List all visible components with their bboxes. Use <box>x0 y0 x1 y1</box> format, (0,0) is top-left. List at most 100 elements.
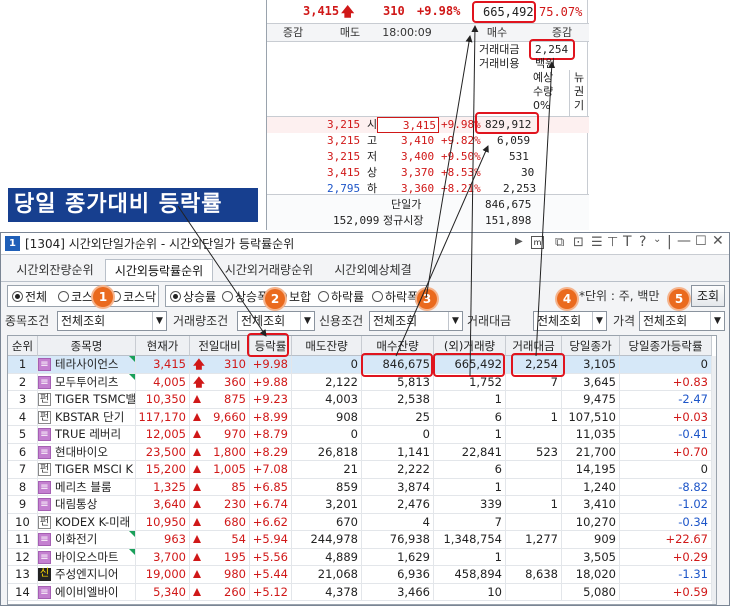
col-header-rank[interactable]: 순위 <box>8 336 38 356</box>
lines-icon[interactable]: ☰ <box>591 235 603 250</box>
level-pct: +9.82% <box>441 134 481 147</box>
cell-close: 909 <box>562 531 620 548</box>
cell-rank: 10 <box>8 513 38 531</box>
cell-name: ≡ 메리츠 블룸 <box>38 478 136 496</box>
up-triangle-icon <box>193 552 201 561</box>
table-row[interactable]: 4 펀 KBSTAR 단기 117,170 9,660 +8.99 908 25 6 1 107,5… <box>8 408 716 426</box>
level-qty: 30 <box>521 166 535 179</box>
cell-close: 5,080 <box>562 583 620 601</box>
maximize-icon[interactable]: ☐ <box>695 234 707 249</box>
cell-rate: +5.56 <box>250 548 292 566</box>
up-triangle-icon <box>193 587 201 596</box>
memo-icon[interactable]: m <box>531 236 544 249</box>
table-row[interactable]: 11 ≡ 이화전기 963 54 +5.94 244,978 76,938 1,348,754 1… <box>8 531 716 549</box>
fund-icon: 펀 <box>38 463 51 476</box>
cell-buy-remain: 2,538 <box>362 391 434 408</box>
cell-buy-remain: 6,936 <box>362 566 434 583</box>
price-change: 310 <box>383 4 405 18</box>
table-row[interactable]: 12 ≡ 바이오스마트 3,700 195 +5.56 4,889 1,629 1 3,505 +0… <box>8 548 716 566</box>
radio-up-rate[interactable]: 상승률 <box>170 289 216 305</box>
play-icon[interactable]: ▶ <box>515 236 523 247</box>
cell-close: 3,105 <box>562 356 620 373</box>
quote-price-row: 3,415 🡅 310 +9.98% 665,492 75.07% <box>267 0 589 24</box>
separator-icon: | <box>667 234 672 250</box>
cell-amount <box>506 478 562 496</box>
radio-dot-icon <box>12 291 23 302</box>
cell-diff: 🡅 360 <box>190 373 250 391</box>
level-pct: +9.50% <box>441 150 481 163</box>
cell-buy-remain: 25 <box>362 408 434 426</box>
annotation-badge-1: 1 <box>93 287 113 307</box>
radio-down-amount[interactable]: 하락폭 <box>372 289 418 305</box>
cell-diff: 1,800 <box>190 443 250 461</box>
radio-all[interactable]: 전체 <box>12 289 47 305</box>
level-left: 3,215 <box>327 150 361 163</box>
col-header-name[interactable]: 종목명 <box>38 336 136 356</box>
table-row[interactable]: 14 ≡ 에이비엘바이 5,340 260 +5.12 4,378 3,466 10 5,080 +… <box>8 583 716 601</box>
cell-price: 12,005 <box>136 426 190 443</box>
table-row[interactable]: 8 ≡ 메리츠 블룸 1,325 85 +6.85 859 3,874 1 1,240 -8.82 <box>8 478 716 496</box>
vertical-scrollbar[interactable] <box>712 356 716 604</box>
layout-icon[interactable]: ⊡ <box>573 235 584 250</box>
level-qty: 531 <box>509 150 529 163</box>
cell-price: 10,950 <box>136 513 190 531</box>
col-header-price[interactable]: 현재가 <box>136 336 190 356</box>
volume-condition-select[interactable]: 전체조회 ▼ <box>237 311 315 331</box>
right-total: 151,898 <box>485 214 532 227</box>
cell-rate: +8.99 <box>250 408 292 426</box>
font-size-icon[interactable]: T <box>623 234 632 250</box>
stock-icon: ≡ <box>38 550 51 564</box>
cell-amount <box>506 461 562 478</box>
col-header-sell-remain[interactable]: 매도잔량 <box>292 336 362 356</box>
cell-close-rate: 0 <box>620 356 712 373</box>
table-row[interactable]: 3 펀 TIGER TSMC밸 10,350 875 +9.23 4,003 2,538 1 9,… <box>8 391 716 409</box>
cell-price: 3,640 <box>136 496 190 513</box>
radio-up-amount[interactable]: 상승폭 <box>222 289 268 305</box>
stock-name: KBSTAR 단기 <box>55 409 125 424</box>
stock-condition-select[interactable]: 전체조회 ▼ <box>57 311 167 331</box>
table-row[interactable]: 10 펀 KODEX K-미래 10,950 680 +6.62 670 4 7 10,270 -0… <box>8 513 716 531</box>
cell-amount: 8,638 <box>506 566 562 583</box>
cell-volume: 10 <box>434 583 506 601</box>
cell-rate: +5.12 <box>250 583 292 601</box>
table-row[interactable]: 7 펀 TIGER MSCI K 15,200 1,005 +7.08 21 2,222 6 14… <box>8 461 716 479</box>
dropdown-icon[interactable]: ⌄ <box>653 234 661 245</box>
cell-amount <box>506 548 562 566</box>
cell-volume: 1,348,754 <box>434 531 506 548</box>
level-price: 3,370 <box>401 166 435 179</box>
tab-volume[interactable]: 시간외거래량순위 <box>217 259 321 281</box>
cell-close-rate: +0.29 <box>620 548 712 566</box>
help-icon[interactable]: ? <box>639 234 646 250</box>
close-icon[interactable]: ✕ <box>712 233 724 249</box>
stock-name: 대림통상 <box>55 497 98 511</box>
stock-icon: ≡ <box>38 533 51 546</box>
link-icon[interactable]: ⧉ <box>555 235 564 250</box>
tab-expected[interactable]: 시간외예상체결 <box>325 259 421 281</box>
table-row[interactable]: 5 ≡ TRUE 레버리 12,005 970 +8.79 0 0 1 11,035 -0.41 <box>8 426 716 444</box>
up-arrow-icon: 🡅 <box>193 374 205 389</box>
amount-condition-select[interactable]: 전체조회 ▼ <box>533 311 607 331</box>
search-button[interactable]: 조회 <box>691 285 725 307</box>
tab-divider <box>1 281 729 282</box>
tab-change-rate[interactable]: 시간외등락률순위 <box>105 259 213 281</box>
table-row[interactable]: 9 ≡ 대림통상 3,640 230 +6.74 3,201 2,476 339 1 3,410 -1… <box>8 496 716 514</box>
table-row[interactable]: 13 신 주성엔지니어 19,000 980 +5.44 21,068 6,936 458,89… <box>8 566 716 584</box>
cell-name: 펀 KODEX K-미래 <box>38 513 136 531</box>
cell-rate: +8.29 <box>250 443 292 461</box>
cell-amount <box>506 513 562 531</box>
radio-kosdaq[interactable]: 코스닥 <box>110 289 156 305</box>
credit-condition-select[interactable]: 전체조회 ▼ <box>369 311 463 331</box>
radio-down-rate[interactable]: 하락률 <box>318 289 364 305</box>
table-row[interactable]: 6 ≡ 현대바이오 23,500 1,800 +8.29 26,818 1,141 22,841… <box>8 443 716 461</box>
pin-icon[interactable]: ⊤ <box>607 235 618 250</box>
tab-remaining[interactable]: 시간외잔량순위 <box>7 259 103 281</box>
price-condition-select[interactable]: 전체조회 ▼ <box>639 311 725 331</box>
col-header-close[interactable]: 당일종가 <box>562 336 620 356</box>
col-header-diff[interactable]: 전일대비 <box>190 336 250 356</box>
minimize-icon[interactable]: — <box>677 233 691 249</box>
unit-label: *단위 : 주, 백만 <box>579 289 660 303</box>
fund-icon: 펀 <box>38 410 51 424</box>
cell-price: 117,170 <box>136 408 190 426</box>
col-header-close-rate[interactable]: 당일종가등락률 <box>620 336 712 356</box>
cell-close: 18,020 <box>562 566 620 583</box>
